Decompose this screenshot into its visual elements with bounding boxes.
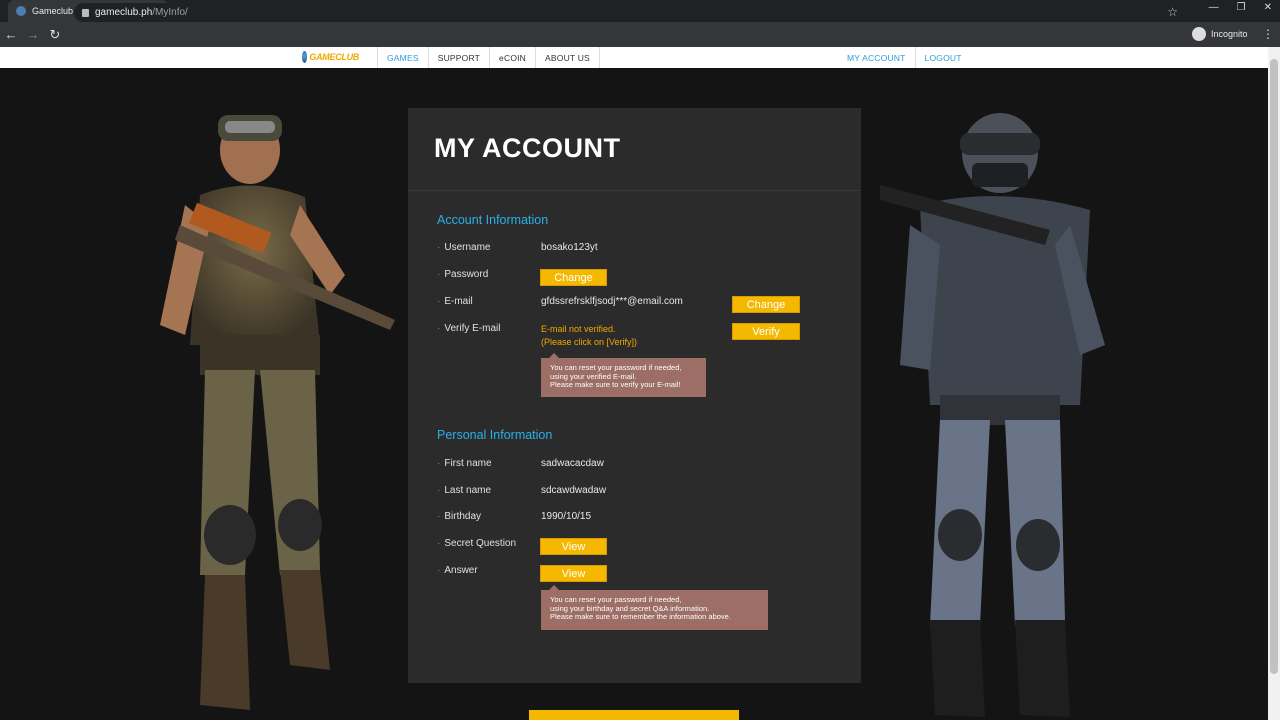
minimize-icon[interactable]: — — [1209, 2, 1219, 13]
nav-about-us[interactable]: ABOUT US — [536, 47, 600, 68]
back-icon[interactable]: ← — [0, 27, 22, 42]
username-value: bosako123yt — [541, 242, 598, 253]
last-name-label: Last name — [437, 485, 491, 496]
nav-menu: GAMES SUPPORT eCOIN ABOUT US — [377, 47, 600, 68]
soldier-left-illustration — [160, 115, 395, 710]
window-controls: — ❐ ✕ — [1209, 0, 1272, 14]
password-label: Password — [437, 269, 488, 280]
secret-question-label: Secret Question — [437, 538, 516, 549]
change-password-button[interactable]: Change — [540, 269, 607, 286]
account-panel: MY ACCOUNT Account Information Username … — [408, 108, 861, 683]
first-name-value: sadwacacdaw — [541, 458, 604, 469]
browser-menu-icon[interactable]: ⋮ — [1262, 27, 1274, 41]
page-scrollbar[interactable] — [1268, 47, 1280, 720]
email-label: E-mail — [437, 296, 472, 307]
verify-email-status: E-mail not verified. (Please click on [V… — [541, 323, 637, 349]
view-answer-button[interactable]: View — [540, 565, 607, 582]
verify-email-button[interactable]: Verify — [732, 323, 800, 340]
personal-tip-line-3: Please make sure to remember the informa… — [550, 612, 731, 621]
nav-logout[interactable]: LOGOUT — [916, 47, 971, 68]
soldier-right-illustration — [880, 113, 1105, 717]
lock-icon — [82, 8, 89, 17]
verify-email-tooltip: You can reset your password if needed, u… — [541, 353, 706, 397]
verify-email-label: Verify E-mail — [437, 323, 500, 334]
nav-games[interactable]: GAMES — [377, 47, 429, 68]
forward-icon[interactable]: → — [22, 27, 44, 42]
scrollbar-thumb[interactable] — [1270, 59, 1278, 674]
incognito-indicator[interactable]: Incognito — [1192, 27, 1248, 41]
url-host: gameclub.ph — [95, 7, 153, 18]
close-window-icon[interactable]: ✕ — [1264, 2, 1272, 13]
nav-support[interactable]: SUPPORT — [429, 47, 491, 68]
personal-information-heading: Personal Information — [437, 428, 553, 442]
page-title: MY ACCOUNT — [434, 133, 621, 163]
gameclub-logo[interactable]: GAMECLUB — [302, 50, 359, 64]
email-value: gfdssrefrsklfjsodj***@email.com — [541, 296, 683, 307]
logo-text: GAMECLUB — [309, 52, 359, 62]
verify-status-text: E-mail not verified. — [541, 324, 616, 334]
personal-info-tooltip: You can reset your password if needed, u… — [541, 585, 768, 630]
account-information-heading: Account Information — [437, 213, 549, 227]
site-nav: GAMECLUB GAMES SUPPORT eCOIN ABOUT US MY… — [0, 47, 1268, 68]
birthday-label: Birthday — [437, 511, 481, 522]
restore-icon[interactable]: ❐ — [1237, 2, 1246, 13]
url-path: /MyInfo/ — [152, 7, 188, 18]
site-favicon-icon — [16, 6, 26, 16]
incognito-label: Incognito — [1211, 29, 1248, 39]
address-bar: ← → ↻ — [0, 22, 1280, 47]
verify-tip-line-3: Please make sure to verify your E-mail! — [550, 380, 681, 389]
logo-ball-icon — [302, 51, 308, 63]
bookmark-star-icon[interactable]: ☆ — [1167, 5, 1178, 19]
incognito-icon — [1192, 27, 1206, 41]
verify-hint-text: (Please click on [Verify]) — [541, 337, 638, 347]
birthday-value: 1990/10/15 — [541, 511, 592, 522]
reload-icon[interactable]: ↻ — [44, 27, 66, 43]
title-divider — [408, 190, 861, 191]
nav-my-account[interactable]: MY ACCOUNT — [838, 47, 916, 68]
view-secret-question-button[interactable]: View — [540, 538, 607, 555]
last-name-value: sdcawdwadaw — [541, 485, 607, 496]
url-field[interactable]: gameclub.ph/MyInfo/ ☆ — [74, 3, 1184, 22]
nav-ecoin[interactable]: eCOIN — [490, 47, 537, 68]
answer-label: Answer — [437, 565, 477, 576]
first-name-label: First name — [437, 458, 491, 469]
change-email-button[interactable]: Change — [732, 296, 800, 313]
bottom-action-button[interactable] — [529, 710, 739, 720]
nav-account-menu: MY ACCOUNT LOGOUT — [838, 47, 971, 68]
username-label: Username — [437, 242, 490, 253]
